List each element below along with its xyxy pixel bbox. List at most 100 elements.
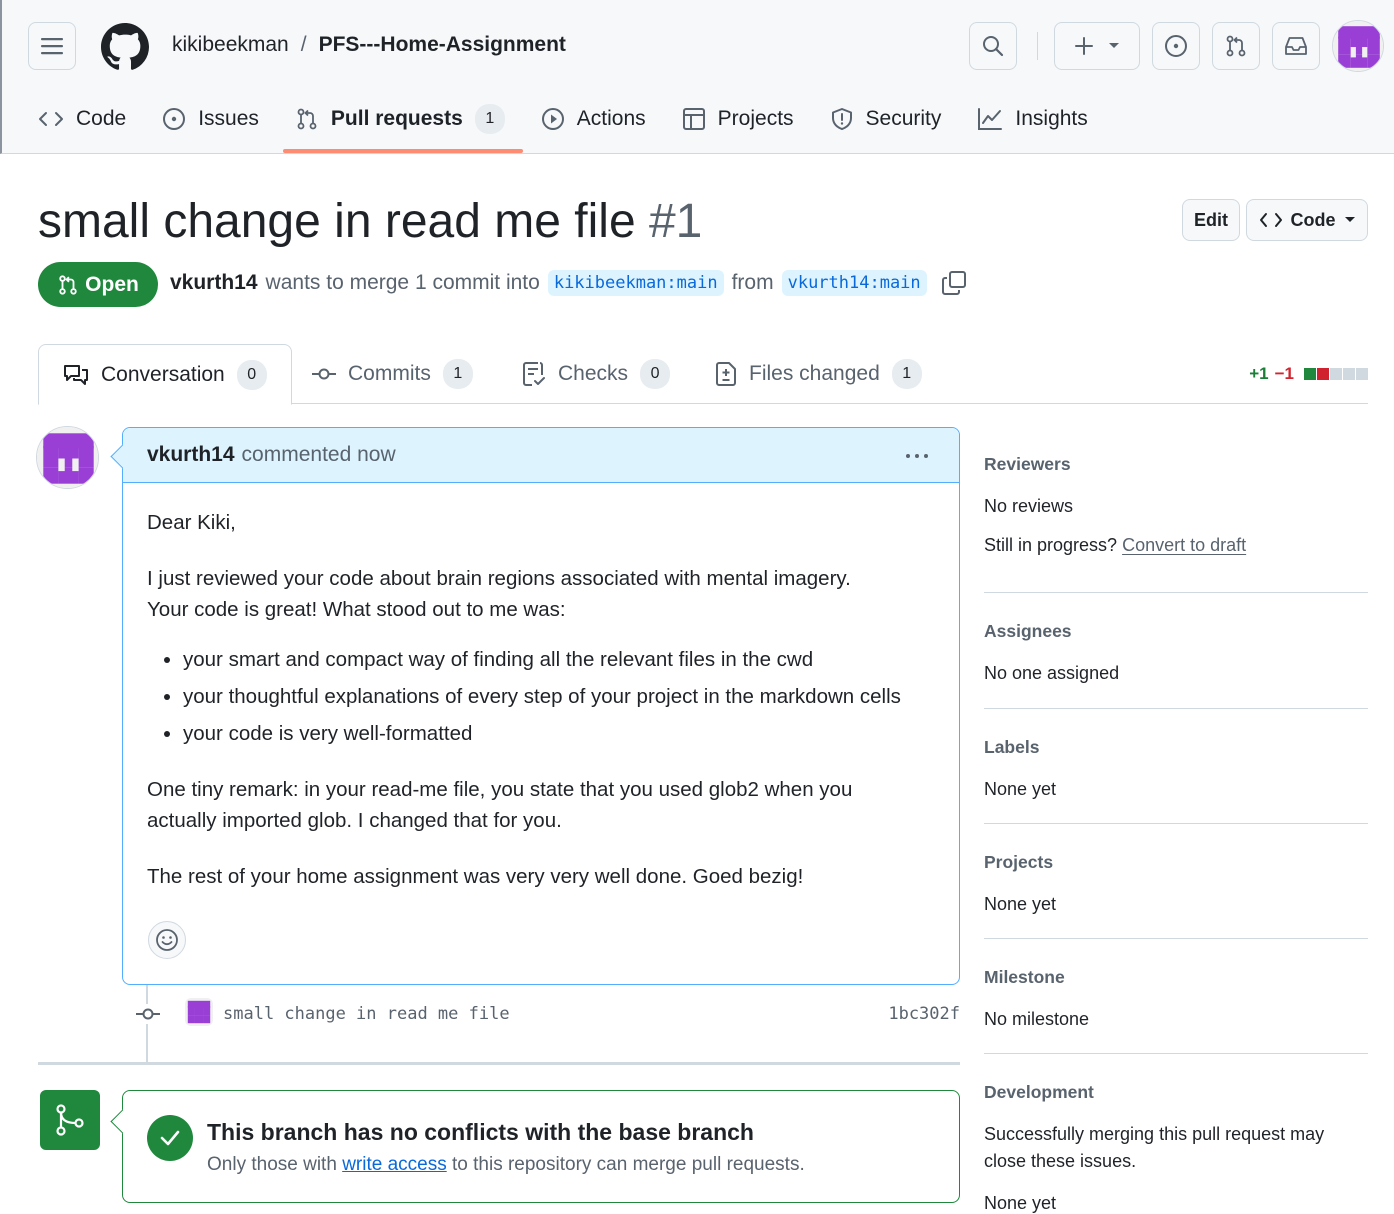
files-changed-counter: 1 — [891, 359, 922, 389]
comment-author-link[interactable]: vkurth14 — [147, 443, 235, 467]
merge-status-title: This branch has no conflicts with the ba… — [207, 1119, 754, 1145]
tab-issues-label: Issues — [198, 107, 259, 130]
merge-sub-text: Only those with — [207, 1154, 337, 1175]
pr-from-text: from — [731, 271, 774, 294]
development-text: Successfully merging this pull request m… — [984, 1124, 1325, 1171]
milestone-value: No milestone — [984, 1009, 1090, 1029]
tab-conversation[interactable]: Conversation 0 — [38, 344, 292, 405]
tab-checks-label: Checks — [558, 362, 629, 385]
identicon-icon — [1333, 21, 1383, 71]
pull-requests-shortcut-button[interactable] — [1212, 22, 1260, 70]
commit-message-link[interactable]: small change in read me file — [223, 1004, 510, 1024]
pr-merge-text: wants to merge 1 commit into — [265, 271, 540, 294]
diff-deletions: −1 — [1274, 364, 1294, 383]
pr-state-label: Open — [85, 272, 139, 296]
tab-insights[interactable]: Insights — [977, 96, 1105, 142]
checklist-icon — [523, 362, 545, 386]
tab-files-changed[interactable]: Files changed 1 — [715, 344, 922, 404]
graph-icon — [978, 108, 1003, 130]
base-branch[interactable]: kikibeekman:main — [547, 270, 724, 296]
create-new-button[interactable] — [1054, 22, 1140, 70]
pr-title-text: small change in read me file — [38, 195, 636, 248]
add-reaction-button[interactable] — [148, 921, 186, 959]
reviewers-section: Reviewers No reviews Still in progress? … — [984, 430, 1368, 593]
comment-greeting: Dear Kiki, — [147, 511, 236, 534]
reviewers-heading[interactable]: Reviewers — [984, 454, 1368, 475]
draft-prompt: Still in progress? Convert to draft — [984, 532, 1368, 559]
play-icon — [541, 108, 564, 130]
search-button[interactable] — [969, 22, 1017, 70]
draft-prompt-text: Still in progress? — [984, 535, 1118, 555]
milestone-heading[interactable]: Milestone — [984, 967, 1368, 988]
git-merge-icon — [56, 1104, 84, 1136]
tab-pull-requests-label: Pull requests — [330, 107, 463, 130]
copy-icon[interactable] — [941, 270, 967, 296]
labels-section: Labels None yet — [984, 709, 1368, 824]
triangle-down-icon — [1109, 43, 1119, 48]
code-dropdown-button[interactable]: Code — [1246, 199, 1368, 241]
pr-title: small change in read me file #1 — [38, 194, 702, 249]
write-access-link[interactable]: write access — [342, 1154, 447, 1175]
diff-additions: +1 — [1249, 364, 1269, 383]
commit-author-avatar[interactable] — [185, 998, 213, 1026]
development-value: None yet — [984, 1193, 1057, 1213]
menu-button[interactable] — [28, 22, 76, 70]
git-pull-request-icon — [59, 274, 77, 295]
pr-number: #1 — [648, 195, 703, 248]
convert-to-draft-link[interactable]: Convert to draft — [1122, 535, 1246, 555]
timeline-line — [146, 985, 148, 1063]
tab-actions-label: Actions — [576, 107, 646, 130]
projects-value: None yet — [984, 894, 1057, 914]
assignees-heading[interactable]: Assignees — [984, 621, 1368, 642]
comment-paragraph-line: Your code is great! What stood out to me… — [147, 598, 566, 621]
development-heading[interactable]: Development — [984, 1082, 1368, 1103]
labels-heading[interactable]: Labels — [984, 737, 1368, 758]
tab-pull-requests[interactable]: Pull requests 1 — [282, 96, 523, 153]
comment-timestamp[interactable]: commented now — [242, 443, 396, 467]
tab-files-changed-label: Files changed — [749, 362, 880, 385]
reviewers-value: No reviews — [984, 496, 1074, 516]
comment-paragraph: I just reviewed your code about brain re… — [147, 563, 935, 625]
issues-shortcut-button[interactable] — [1152, 22, 1200, 70]
edit-title-button[interactable]: Edit — [1182, 199, 1240, 241]
triangle-down-icon — [1344, 217, 1355, 222]
tab-actions[interactable]: Actions — [541, 96, 664, 142]
repo-owner-link[interactable]: kikibeekman — [172, 33, 289, 57]
github-logo-icon[interactable] — [101, 23, 149, 71]
pr-author-link[interactable]: vkurth14 — [170, 271, 258, 295]
assignees-section: Assignees No one assigned — [984, 593, 1368, 709]
inbox-icon — [1285, 37, 1307, 55]
tab-projects[interactable]: Projects — [682, 96, 812, 142]
shield-icon — [831, 108, 852, 130]
tab-code-label: Code — [76, 107, 127, 130]
pr-state-badge: Open — [38, 262, 158, 307]
tab-projects-label: Projects — [717, 107, 794, 130]
tab-issues[interactable]: Issues — [162, 96, 277, 142]
merge-status-subtitle: Only those with write access to this rep… — [207, 1154, 805, 1176]
tab-insights-label: Insights — [1015, 107, 1088, 130]
user-avatar[interactable] — [1332, 20, 1384, 72]
tab-code[interactable]: Code — [38, 96, 144, 142]
repo-name-link[interactable]: PFS---Home-Assignment — [319, 33, 566, 57]
issue-opened-icon — [163, 108, 186, 130]
comment-discussion-icon — [64, 364, 88, 385]
code-icon — [39, 112, 63, 126]
tab-commits[interactable]: Commits 1 — [312, 344, 473, 404]
repo-nav: Code Issues Pull requests 1 Actions Proj… — [38, 96, 1124, 153]
head-branch[interactable]: vkurth14:main — [781, 270, 927, 296]
pr-description-comment: vkurth14 commented now Dear Kiki, I just… — [122, 427, 960, 985]
tab-security[interactable]: Security — [830, 96, 960, 142]
development-section: Development Successfully merging this pu… — [984, 1054, 1368, 1214]
commit-sha-link[interactable]: 1bc302f — [888, 1004, 960, 1024]
comment-paragraph: One tiny remark: in your read-me file, y… — [147, 778, 853, 832]
tab-checks[interactable]: Checks 0 — [522, 344, 671, 404]
plus-icon — [1075, 37, 1093, 55]
tab-commits-label: Commits — [348, 362, 431, 385]
inbox-button[interactable] — [1272, 22, 1320, 70]
kebab-horizontal-icon[interactable] — [903, 444, 931, 468]
table-icon — [682, 108, 705, 130]
code-dropdown-label: Code — [1290, 209, 1336, 230]
global-header: kikibeekman / PFS---Home-Assignment Code… — [0, 0, 1394, 154]
projects-heading[interactable]: Projects — [984, 852, 1368, 873]
comment-author-avatar[interactable] — [36, 426, 99, 489]
